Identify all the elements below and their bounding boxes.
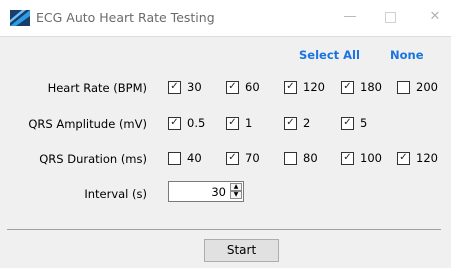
qrs-duration-label: QRS Duration (ms): [39, 152, 147, 166]
maximize-icon[interactable]: [381, 8, 399, 26]
checkmark-icon: ✓: [286, 81, 295, 92]
title-bar: ECG Auto Heart Rate Testing — ✕: [0, 0, 451, 37]
heart-rate-label: Heart Rate (BPM): [47, 81, 147, 95]
qrs-amplitude-option-2[interactable]: ✓ 2: [284, 116, 310, 130]
checkbox[interactable]: ✓: [168, 116, 181, 130]
checkmark-icon: ✓: [228, 117, 237, 128]
heart-rate-option-60[interactable]: ✓ 60: [226, 80, 260, 94]
select-all-link[interactable]: Select All: [299, 48, 360, 62]
checkmark-icon: ✓: [343, 117, 352, 128]
qrs-duration-option-100[interactable]: ✓ 100: [341, 151, 382, 165]
checkbox[interactable]: ✓: [397, 151, 410, 165]
checkmark-icon: ✓: [343, 152, 352, 163]
qrs-duration-option-80[interactable]: 80: [284, 151, 318, 165]
spin-up-icon[interactable]: ▲: [230, 183, 242, 191]
interval-value[interactable]: 30: [211, 185, 226, 199]
checkmark-icon: ✓: [399, 152, 408, 163]
none-link[interactable]: None: [390, 48, 424, 62]
heart-rate-option-120[interactable]: ✓ 120: [284, 80, 325, 94]
checkbox[interactable]: [397, 80, 410, 94]
close-icon[interactable]: ✕: [426, 8, 444, 26]
checkbox[interactable]: ✓: [284, 116, 297, 130]
heart-rate-option-30[interactable]: ✓ 30: [168, 80, 202, 94]
heart-rate-option-180[interactable]: ✓ 180: [341, 80, 382, 94]
interval-spinbox[interactable]: 30 ▲ ▼: [168, 181, 244, 202]
checkmark-icon: ✓: [170, 117, 179, 128]
interval-label: Interval (s): [84, 187, 147, 201]
app-icon: [10, 10, 30, 26]
checkbox[interactable]: ✓: [168, 80, 181, 94]
heart-rate-option-200[interactable]: 200: [397, 80, 438, 94]
checkbox[interactable]: [284, 151, 297, 165]
checkbox[interactable]: ✓: [226, 151, 239, 165]
start-button[interactable]: Start: [204, 239, 279, 262]
separator: [7, 229, 441, 230]
qrs-duration-option-120[interactable]: ✓ 120: [397, 151, 438, 165]
qrs-duration-option-40[interactable]: 40: [168, 151, 202, 165]
checkmark-icon: ✓: [228, 81, 237, 92]
checkbox[interactable]: ✓: [341, 80, 354, 94]
window-title: ECG Auto Heart Rate Testing: [36, 10, 215, 25]
qrs-duration-option-70[interactable]: ✓ 70: [226, 151, 260, 165]
checkmark-icon: ✓: [286, 117, 295, 128]
checkbox[interactable]: ✓: [226, 80, 239, 94]
checkmark-icon: ✓: [343, 81, 352, 92]
checkbox[interactable]: ✓: [284, 80, 297, 94]
checkmark-icon: ✓: [228, 152, 237, 163]
main-panel: Select All None Heart Rate (BPM) ✓ 30 ✓ 60…: [0, 37, 451, 268]
qrs-amplitude-label: QRS Amplitude (mV): [28, 117, 147, 131]
minimize-icon[interactable]: —: [341, 8, 359, 26]
qrs-amplitude-option-5[interactable]: ✓ 5: [341, 116, 367, 130]
checkbox[interactable]: ✓: [226, 116, 239, 130]
qrs-amplitude-option-0-5[interactable]: ✓ 0.5: [168, 116, 205, 130]
checkmark-icon: ✓: [170, 81, 179, 92]
qrs-amplitude-option-1[interactable]: ✓ 1: [226, 116, 252, 130]
checkbox[interactable]: ✓: [341, 151, 354, 165]
checkbox[interactable]: ✓: [341, 116, 354, 130]
checkbox[interactable]: [168, 151, 181, 165]
spin-down-icon[interactable]: ▼: [230, 191, 242, 199]
spinner-buttons: ▲ ▼: [230, 183, 242, 200]
